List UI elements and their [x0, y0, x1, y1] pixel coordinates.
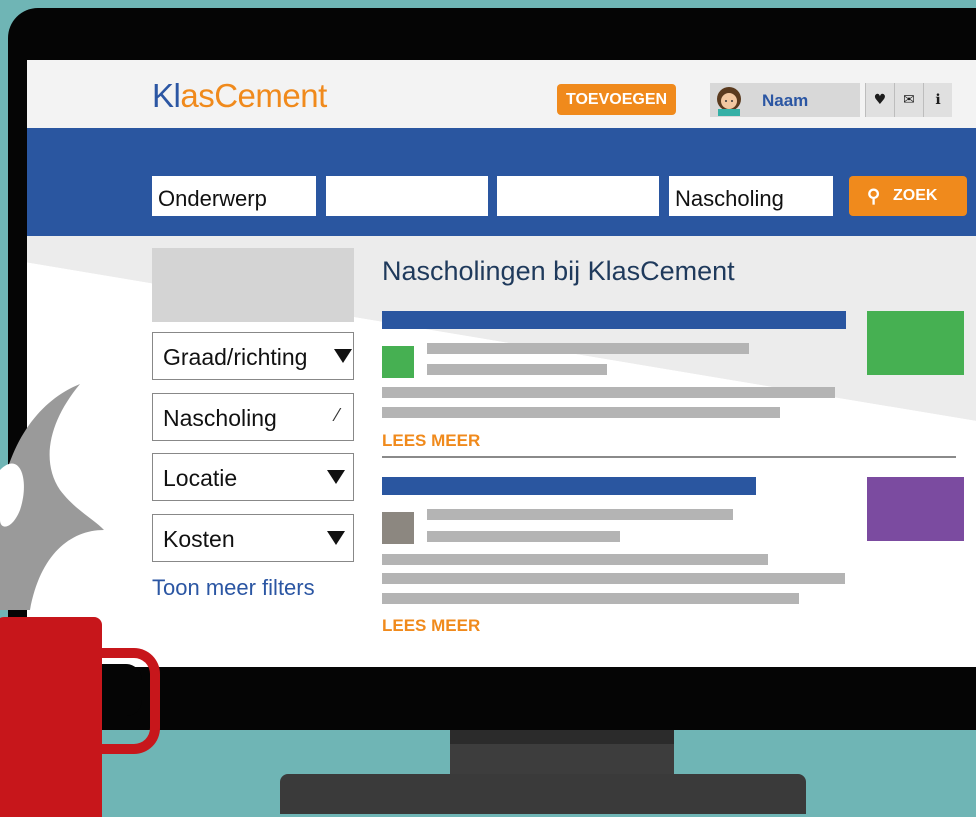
- sidebar-image-placeholder: [152, 248, 354, 322]
- text-placeholder-line: [382, 554, 768, 565]
- chevron-down-icon: [327, 470, 345, 484]
- type-field[interactable]: Nascholing: [669, 176, 833, 216]
- text-placeholder-line: [382, 407, 780, 418]
- filter-location[interactable]: Locatie: [152, 453, 354, 501]
- result-type-icon: [382, 512, 414, 544]
- klascement-logo[interactable]: KlasCement: [152, 77, 327, 115]
- filter-label: Kosten: [163, 526, 235, 552]
- user-name: Naam: [762, 91, 809, 110]
- search-field-2[interactable]: [326, 176, 488, 216]
- filter-label: Nascholing: [163, 405, 277, 431]
- page-title: Nascholingen bij KlasCement: [382, 256, 735, 286]
- filter-type[interactable]: Nascholing ⁄: [152, 393, 354, 441]
- text-placeholder-line: [427, 509, 733, 520]
- user-menu[interactable]: Naam: [710, 83, 860, 117]
- logo-prefix: Kl: [152, 77, 181, 114]
- more-filters-link[interactable]: Toon meer filters: [152, 575, 315, 601]
- text-placeholder-line: [382, 593, 799, 604]
- chevron-down-icon: [327, 531, 345, 545]
- result-title-placeholder[interactable]: [382, 477, 756, 495]
- filter-cost[interactable]: Kosten: [152, 514, 354, 562]
- result-thumbnail[interactable]: [867, 477, 964, 541]
- chevron-down-icon: [334, 349, 352, 363]
- search-icon: ⚲: [867, 186, 881, 206]
- search-button-label: ZOEK: [893, 187, 938, 204]
- add-button[interactable]: TOEVOEGEN: [557, 84, 677, 115]
- site-header: KlasCement TOEVOEGEN Naam ♥ ✉ ℹ: [27, 60, 976, 128]
- avatar: [712, 84, 746, 116]
- result-thumbnail[interactable]: [867, 311, 964, 375]
- logo-rest: asCement: [180, 77, 327, 114]
- text-placeholder-line: [427, 343, 749, 354]
- mail-icon[interactable]: ✉: [894, 83, 923, 117]
- text-placeholder-line: [382, 387, 835, 398]
- filter-label: Locatie: [163, 465, 238, 491]
- decorative-swoosh: [0, 384, 104, 610]
- subject-field[interactable]: Onderwerp: [152, 176, 316, 216]
- red-mug: [0, 617, 102, 817]
- browser-screen: KlasCement TOEVOEGEN Naam ♥ ✉ ℹ Onderwer…: [27, 60, 976, 667]
- edit-icon: ⁄: [335, 405, 339, 425]
- monitor-stand-base: [280, 774, 806, 814]
- result-title-placeholder[interactable]: [382, 311, 846, 329]
- info-icon[interactable]: ℹ: [923, 83, 952, 117]
- heart-icon[interactable]: ♥: [865, 83, 894, 117]
- filter-label: Graad/richting: [163, 344, 308, 370]
- read-more-link[interactable]: LEES MEER: [382, 431, 480, 451]
- text-placeholder-line: [427, 364, 607, 375]
- divider: [382, 456, 956, 458]
- monitor-stand-shadow: [450, 730, 674, 744]
- search-field-3[interactable]: [497, 176, 659, 216]
- search-button[interactable]: ⚲ ZOEK: [849, 176, 967, 216]
- mug-handle-hole: [96, 664, 142, 716]
- text-placeholder-line: [382, 573, 845, 584]
- filter-grade[interactable]: Graad/richting: [152, 332, 354, 380]
- read-more-link[interactable]: LEES MEER: [382, 616, 480, 636]
- text-placeholder-line: [427, 531, 620, 542]
- result-type-icon: [382, 346, 414, 378]
